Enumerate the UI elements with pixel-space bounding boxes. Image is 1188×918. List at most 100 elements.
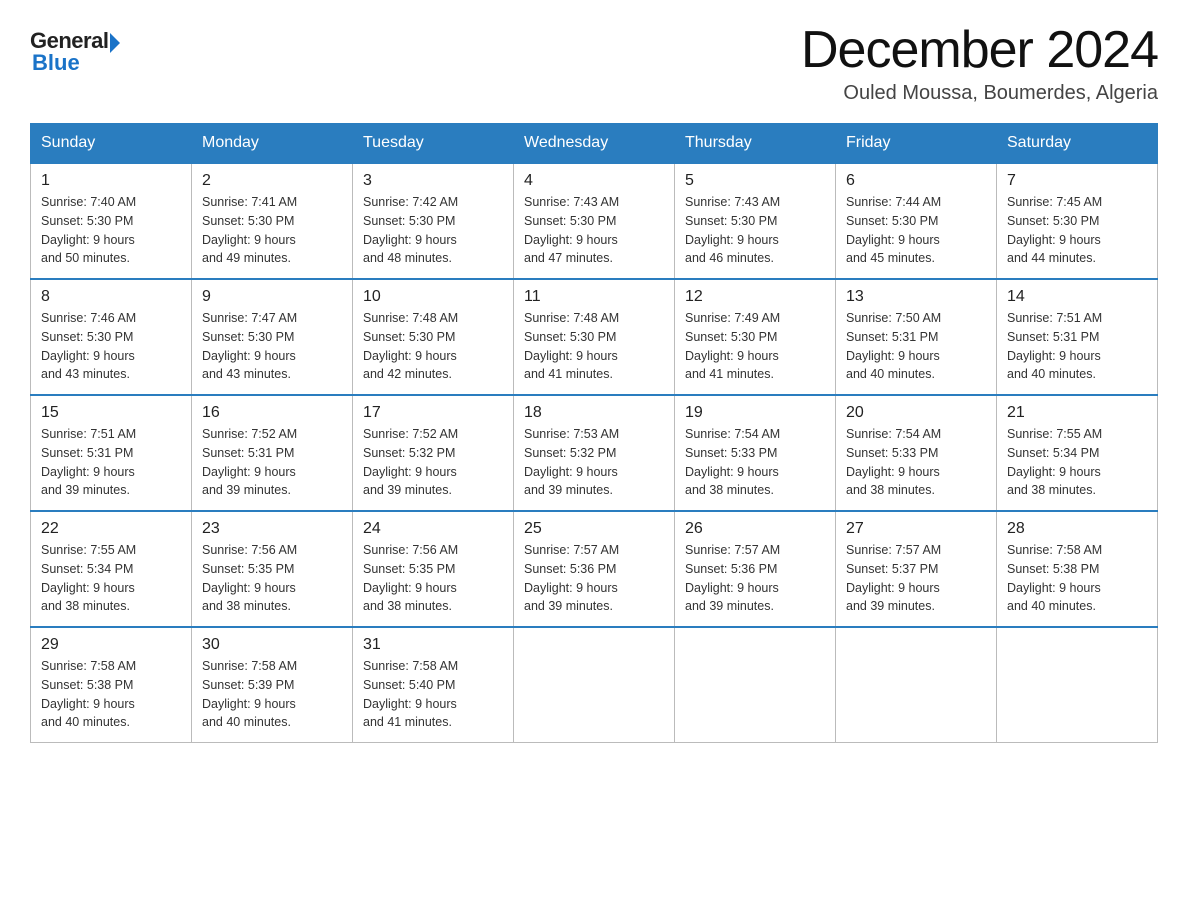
calendar-cell	[514, 627, 675, 743]
calendar-cell: 22 Sunrise: 7:55 AM Sunset: 5:34 PM Dayl…	[31, 511, 192, 627]
day-info: Sunrise: 7:58 AM Sunset: 5:40 PM Dayligh…	[363, 657, 503, 732]
calendar-cell: 5 Sunrise: 7:43 AM Sunset: 5:30 PM Dayli…	[675, 163, 836, 279]
day-number: 17	[363, 404, 503, 422]
day-number: 18	[524, 404, 664, 422]
calendar-cell: 7 Sunrise: 7:45 AM Sunset: 5:30 PM Dayli…	[997, 163, 1158, 279]
day-info: Sunrise: 7:57 AM Sunset: 5:37 PM Dayligh…	[846, 541, 986, 616]
calendar-cell: 24 Sunrise: 7:56 AM Sunset: 5:35 PM Dayl…	[353, 511, 514, 627]
calendar-cell: 31 Sunrise: 7:58 AM Sunset: 5:40 PM Dayl…	[353, 627, 514, 743]
day-number: 27	[846, 520, 986, 538]
day-number: 9	[202, 288, 342, 306]
day-number: 23	[202, 520, 342, 538]
day-info: Sunrise: 7:52 AM Sunset: 5:32 PM Dayligh…	[363, 425, 503, 500]
day-info: Sunrise: 7:53 AM Sunset: 5:32 PM Dayligh…	[524, 425, 664, 500]
day-number: 22	[41, 520, 181, 538]
calendar-cell: 25 Sunrise: 7:57 AM Sunset: 5:36 PM Dayl…	[514, 511, 675, 627]
day-number: 25	[524, 520, 664, 538]
logo-blue-text: Blue	[32, 50, 80, 76]
week-row-3: 15 Sunrise: 7:51 AM Sunset: 5:31 PM Dayl…	[31, 395, 1158, 511]
week-row-4: 22 Sunrise: 7:55 AM Sunset: 5:34 PM Dayl…	[31, 511, 1158, 627]
calendar-cell: 12 Sunrise: 7:49 AM Sunset: 5:30 PM Dayl…	[675, 279, 836, 395]
day-number: 10	[363, 288, 503, 306]
day-info: Sunrise: 7:56 AM Sunset: 5:35 PM Dayligh…	[202, 541, 342, 616]
day-info: Sunrise: 7:56 AM Sunset: 5:35 PM Dayligh…	[363, 541, 503, 616]
day-number: 28	[1007, 520, 1147, 538]
day-number: 21	[1007, 404, 1147, 422]
calendar-cell: 23 Sunrise: 7:56 AM Sunset: 5:35 PM Dayl…	[192, 511, 353, 627]
day-number: 2	[202, 172, 342, 190]
calendar-cell: 27 Sunrise: 7:57 AM Sunset: 5:37 PM Dayl…	[836, 511, 997, 627]
calendar-cell: 15 Sunrise: 7:51 AM Sunset: 5:31 PM Dayl…	[31, 395, 192, 511]
calendar-cell: 17 Sunrise: 7:52 AM Sunset: 5:32 PM Dayl…	[353, 395, 514, 511]
day-number: 8	[41, 288, 181, 306]
day-number: 1	[41, 172, 181, 190]
logo-arrow-icon	[110, 33, 120, 53]
day-header-sunday: Sunday	[31, 124, 192, 164]
month-title: December 2024	[801, 20, 1158, 80]
day-header-friday: Friday	[836, 124, 997, 164]
day-number: 13	[846, 288, 986, 306]
day-info: Sunrise: 7:47 AM Sunset: 5:30 PM Dayligh…	[202, 309, 342, 384]
calendar-cell: 20 Sunrise: 7:54 AM Sunset: 5:33 PM Dayl…	[836, 395, 997, 511]
week-row-2: 8 Sunrise: 7:46 AM Sunset: 5:30 PM Dayli…	[31, 279, 1158, 395]
page-header: General Blue December 2024 Ouled Moussa,…	[30, 20, 1158, 105]
calendar-cell	[997, 627, 1158, 743]
calendar-cell: 16 Sunrise: 7:52 AM Sunset: 5:31 PM Dayl…	[192, 395, 353, 511]
calendar-cell: 1 Sunrise: 7:40 AM Sunset: 5:30 PM Dayli…	[31, 163, 192, 279]
day-number: 15	[41, 404, 181, 422]
day-number: 26	[685, 520, 825, 538]
calendar-cell	[836, 627, 997, 743]
days-header-row: SundayMondayTuesdayWednesdayThursdayFrid…	[31, 124, 1158, 164]
day-info: Sunrise: 7:50 AM Sunset: 5:31 PM Dayligh…	[846, 309, 986, 384]
calendar-cell: 26 Sunrise: 7:57 AM Sunset: 5:36 PM Dayl…	[675, 511, 836, 627]
day-number: 4	[524, 172, 664, 190]
day-number: 7	[1007, 172, 1147, 190]
day-number: 31	[363, 636, 503, 654]
day-info: Sunrise: 7:57 AM Sunset: 5:36 PM Dayligh…	[685, 541, 825, 616]
calendar-cell: 18 Sunrise: 7:53 AM Sunset: 5:32 PM Dayl…	[514, 395, 675, 511]
day-info: Sunrise: 7:55 AM Sunset: 5:34 PM Dayligh…	[1007, 425, 1147, 500]
calendar-cell	[675, 627, 836, 743]
location-subtitle: Ouled Moussa, Boumerdes, Algeria	[801, 82, 1158, 105]
calendar-cell: 28 Sunrise: 7:58 AM Sunset: 5:38 PM Dayl…	[997, 511, 1158, 627]
day-info: Sunrise: 7:46 AM Sunset: 5:30 PM Dayligh…	[41, 309, 181, 384]
day-number: 30	[202, 636, 342, 654]
calendar-cell: 29 Sunrise: 7:58 AM Sunset: 5:38 PM Dayl…	[31, 627, 192, 743]
calendar-table: SundayMondayTuesdayWednesdayThursdayFrid…	[30, 123, 1158, 743]
day-info: Sunrise: 7:44 AM Sunset: 5:30 PM Dayligh…	[846, 193, 986, 268]
day-info: Sunrise: 7:48 AM Sunset: 5:30 PM Dayligh…	[524, 309, 664, 384]
week-row-5: 29 Sunrise: 7:58 AM Sunset: 5:38 PM Dayl…	[31, 627, 1158, 743]
day-info: Sunrise: 7:58 AM Sunset: 5:38 PM Dayligh…	[41, 657, 181, 732]
day-number: 12	[685, 288, 825, 306]
day-number: 20	[846, 404, 986, 422]
day-info: Sunrise: 7:57 AM Sunset: 5:36 PM Dayligh…	[524, 541, 664, 616]
calendar-cell: 9 Sunrise: 7:47 AM Sunset: 5:30 PM Dayli…	[192, 279, 353, 395]
calendar-cell: 3 Sunrise: 7:42 AM Sunset: 5:30 PM Dayli…	[353, 163, 514, 279]
day-info: Sunrise: 7:43 AM Sunset: 5:30 PM Dayligh…	[685, 193, 825, 268]
day-header-wednesday: Wednesday	[514, 124, 675, 164]
calendar-cell: 30 Sunrise: 7:58 AM Sunset: 5:39 PM Dayl…	[192, 627, 353, 743]
calendar-cell: 6 Sunrise: 7:44 AM Sunset: 5:30 PM Dayli…	[836, 163, 997, 279]
day-number: 14	[1007, 288, 1147, 306]
calendar-cell: 11 Sunrise: 7:48 AM Sunset: 5:30 PM Dayl…	[514, 279, 675, 395]
calendar-cell: 10 Sunrise: 7:48 AM Sunset: 5:30 PM Dayl…	[353, 279, 514, 395]
calendar-cell: 4 Sunrise: 7:43 AM Sunset: 5:30 PM Dayli…	[514, 163, 675, 279]
day-number: 29	[41, 636, 181, 654]
day-info: Sunrise: 7:48 AM Sunset: 5:30 PM Dayligh…	[363, 309, 503, 384]
day-info: Sunrise: 7:51 AM Sunset: 5:31 PM Dayligh…	[1007, 309, 1147, 384]
day-header-thursday: Thursday	[675, 124, 836, 164]
week-row-1: 1 Sunrise: 7:40 AM Sunset: 5:30 PM Dayli…	[31, 163, 1158, 279]
day-header-saturday: Saturday	[997, 124, 1158, 164]
day-number: 6	[846, 172, 986, 190]
calendar-cell: 19 Sunrise: 7:54 AM Sunset: 5:33 PM Dayl…	[675, 395, 836, 511]
day-info: Sunrise: 7:43 AM Sunset: 5:30 PM Dayligh…	[524, 193, 664, 268]
calendar-cell: 14 Sunrise: 7:51 AM Sunset: 5:31 PM Dayl…	[997, 279, 1158, 395]
day-info: Sunrise: 7:58 AM Sunset: 5:38 PM Dayligh…	[1007, 541, 1147, 616]
logo: General Blue	[30, 28, 120, 76]
calendar-cell: 2 Sunrise: 7:41 AM Sunset: 5:30 PM Dayli…	[192, 163, 353, 279]
day-info: Sunrise: 7:51 AM Sunset: 5:31 PM Dayligh…	[41, 425, 181, 500]
day-info: Sunrise: 7:49 AM Sunset: 5:30 PM Dayligh…	[685, 309, 825, 384]
day-info: Sunrise: 7:41 AM Sunset: 5:30 PM Dayligh…	[202, 193, 342, 268]
day-info: Sunrise: 7:58 AM Sunset: 5:39 PM Dayligh…	[202, 657, 342, 732]
day-number: 3	[363, 172, 503, 190]
